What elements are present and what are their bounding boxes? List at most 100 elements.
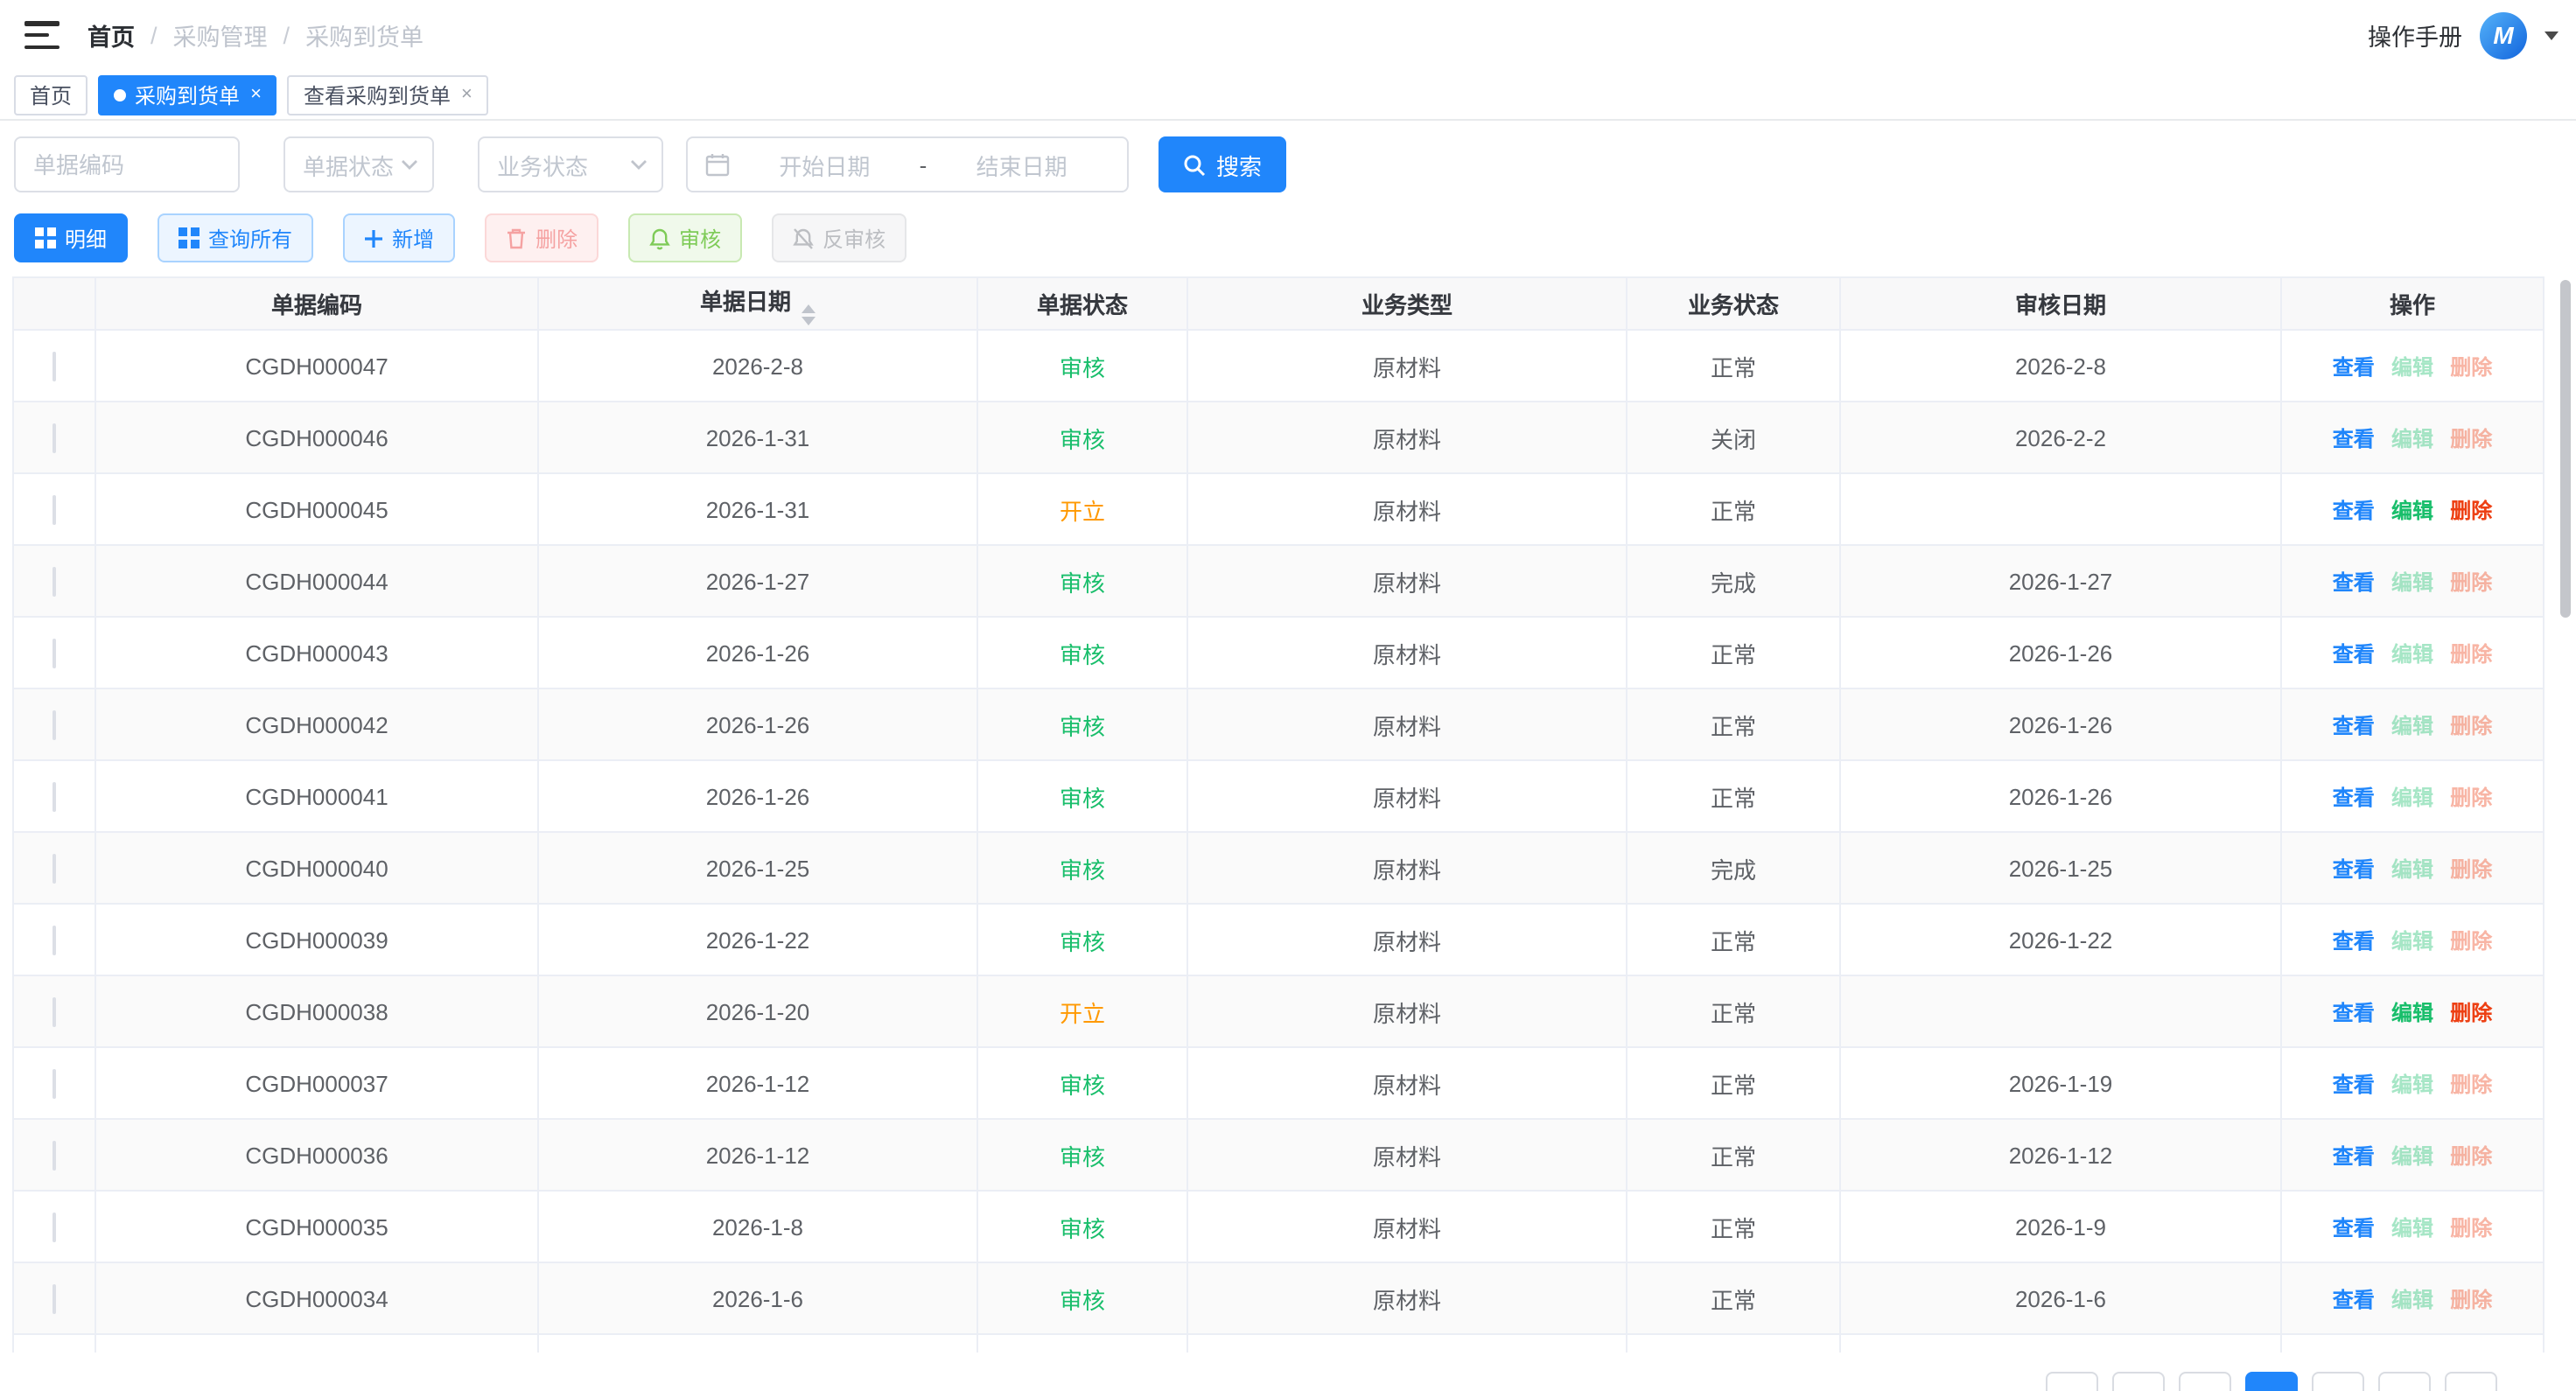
delete-link[interactable]: 删除 — [2450, 426, 2492, 451]
view-link[interactable]: 查看 — [2333, 570, 2375, 594]
doc-status-select[interactable]: 单据状态 — [284, 136, 434, 192]
cell-doc-code: CGDH000046 — [95, 402, 538, 473]
delete-link[interactable]: 删除 — [2450, 1287, 2492, 1311]
cell-operations: 查看 编辑 删除 — [2281, 402, 2544, 473]
edit-link[interactable]: 编辑 — [2391, 856, 2433, 881]
delete-link[interactable]: 删除 — [2450, 1000, 2492, 1024]
edit-link[interactable]: 编辑 — [2391, 1215, 2433, 1240]
page-button[interactable] — [2312, 1372, 2364, 1391]
page-button-active[interactable] — [2245, 1372, 2298, 1391]
delete-button[interactable]: 删除 — [485, 213, 598, 262]
page-button[interactable] — [2378, 1372, 2431, 1391]
delete-link[interactable]: 删除 — [2450, 713, 2492, 737]
cell-audit-date: 2026-1-25 — [1840, 832, 2281, 904]
collapse-menu-icon[interactable] — [24, 21, 60, 49]
view-link[interactable]: 查看 — [2333, 1215, 2375, 1240]
delete-link[interactable]: 删除 — [2450, 354, 2492, 379]
close-icon[interactable]: × — [461, 84, 472, 105]
row-checkbox[interactable] — [52, 781, 56, 811]
breadcrumb-purchase-mgmt[interactable]: 采购管理 — [173, 17, 268, 52]
breadcrumb-home[interactable]: 首页 — [88, 17, 135, 52]
delete-link[interactable]: 删除 — [2450, 856, 2492, 881]
table-row: CGDH000035 2026-1-8 审核 原材料 正常 2026-1-9 查… — [13, 1191, 2544, 1262]
add-button[interactable]: 新增 — [343, 213, 455, 262]
row-checkbox[interactable] — [52, 1140, 56, 1170]
delete-link[interactable]: 删除 — [2450, 1143, 2492, 1168]
row-checkbox[interactable] — [52, 1283, 56, 1313]
edit-link[interactable]: 编辑 — [2391, 570, 2433, 594]
view-link[interactable]: 查看 — [2333, 1072, 2375, 1096]
view-link[interactable]: 查看 — [2333, 354, 2375, 379]
view-link[interactable]: 查看 — [2333, 1143, 2375, 1168]
row-checkbox[interactable] — [52, 1212, 56, 1241]
cell-audit-date: 2026-1-12 — [1840, 1119, 2281, 1191]
edit-link[interactable]: 编辑 — [2391, 641, 2433, 666]
chevron-down-icon[interactable] — [2544, 31, 2558, 39]
table-row: CGDH000043 2026-1-26 审核 原材料 正常 2026-1-26… — [13, 617, 2544, 689]
manual-link[interactable]: 操作手册 — [2368, 17, 2462, 52]
edit-link[interactable]: 编辑 — [2391, 1287, 2433, 1311]
view-link[interactable]: 查看 — [2333, 928, 2375, 953]
edit-link[interactable]: 编辑 — [2391, 1143, 2433, 1168]
delete-link[interactable]: 删除 — [2450, 498, 2492, 522]
header-biz-type: 业务类型 — [1187, 277, 1627, 330]
tab-home[interactable]: 首页 — [14, 74, 88, 115]
edit-link[interactable]: 编辑 — [2391, 498, 2433, 522]
view-link[interactable]: 查看 — [2333, 785, 2375, 809]
date-range-picker[interactable]: 开始日期 - 结束日期 — [686, 136, 1129, 192]
action-toolbar: 明细 查询所有 新增 删除 审核 — [14, 213, 2562, 262]
edit-link[interactable]: 编辑 — [2391, 785, 2433, 809]
view-link[interactable]: 查看 — [2333, 498, 2375, 522]
row-checkbox[interactable] — [52, 853, 56, 883]
delete-link[interactable]: 删除 — [2450, 928, 2492, 953]
row-checkbox[interactable] — [52, 566, 56, 596]
delete-link[interactable]: 删除 — [2450, 1072, 2492, 1096]
detail-button[interactable]: 明细 — [14, 213, 128, 262]
edit-link[interactable]: 编辑 — [2391, 426, 2433, 451]
edit-link[interactable]: 编辑 — [2391, 1072, 2433, 1096]
view-link[interactable]: 查看 — [2333, 713, 2375, 737]
delete-link[interactable]: 删除 — [2450, 570, 2492, 594]
tab-view-purchase-arrival[interactable]: 查看采购到货单 × — [288, 74, 488, 115]
header-doc-date[interactable]: 单据日期 — [538, 277, 977, 330]
row-checkbox[interactable] — [52, 1068, 56, 1098]
app-logo-avatar[interactable]: M — [2480, 11, 2527, 59]
row-checkbox[interactable] — [52, 925, 56, 954]
cell-biz-status: 正常 — [1627, 1191, 1840, 1262]
close-icon[interactable]: × — [250, 84, 262, 105]
sort-icon[interactable] — [802, 304, 816, 325]
page-button[interactable] — [2112, 1372, 2165, 1391]
delete-link[interactable]: 删除 — [2450, 1215, 2492, 1240]
search-button[interactable]: 搜索 — [1158, 136, 1286, 192]
row-checkbox[interactable] — [52, 709, 56, 739]
view-link[interactable]: 查看 — [2333, 641, 2375, 666]
page-next-button[interactable] — [2445, 1372, 2497, 1391]
table-scrollbar-thumb[interactable] — [2560, 280, 2571, 618]
unaudit-button[interactable]: 反审核 — [772, 213, 906, 262]
audit-button[interactable]: 审核 — [628, 213, 742, 262]
edit-link[interactable]: 编辑 — [2391, 354, 2433, 379]
row-checkbox[interactable] — [52, 996, 56, 1026]
page-button[interactable] — [2179, 1372, 2231, 1391]
row-checkbox[interactable] — [52, 494, 56, 524]
end-date-input[interactable]: 结束日期 — [934, 148, 1110, 181]
delete-link[interactable]: 删除 — [2450, 641, 2492, 666]
view-link[interactable]: 查看 — [2333, 1287, 2375, 1311]
query-all-button[interactable]: 查询所有 — [158, 213, 313, 262]
edit-link[interactable]: 编辑 — [2391, 1000, 2433, 1024]
edit-link[interactable]: 编辑 — [2391, 713, 2433, 737]
doc-code-input[interactable] — [14, 136, 240, 192]
row-checkbox[interactable] — [52, 638, 56, 668]
delete-link[interactable]: 删除 — [2450, 785, 2492, 809]
start-date-input[interactable]: 开始日期 — [737, 148, 913, 181]
tab-purchase-arrival[interactable]: 采购到货单 × — [98, 74, 277, 115]
biz-status-select[interactable]: 业务状态 — [478, 136, 663, 192]
view-link[interactable]: 查看 — [2333, 856, 2375, 881]
table-row: CGDH000036 2026-1-12 审核 原材料 正常 2026-1-12… — [13, 1119, 2544, 1191]
page-prev-button[interactable] — [2046, 1372, 2098, 1391]
view-link[interactable]: 查看 — [2333, 426, 2375, 451]
row-checkbox[interactable] — [52, 351, 56, 381]
view-link[interactable]: 查看 — [2333, 1000, 2375, 1024]
edit-link[interactable]: 编辑 — [2391, 928, 2433, 953]
row-checkbox[interactable] — [52, 423, 56, 452]
